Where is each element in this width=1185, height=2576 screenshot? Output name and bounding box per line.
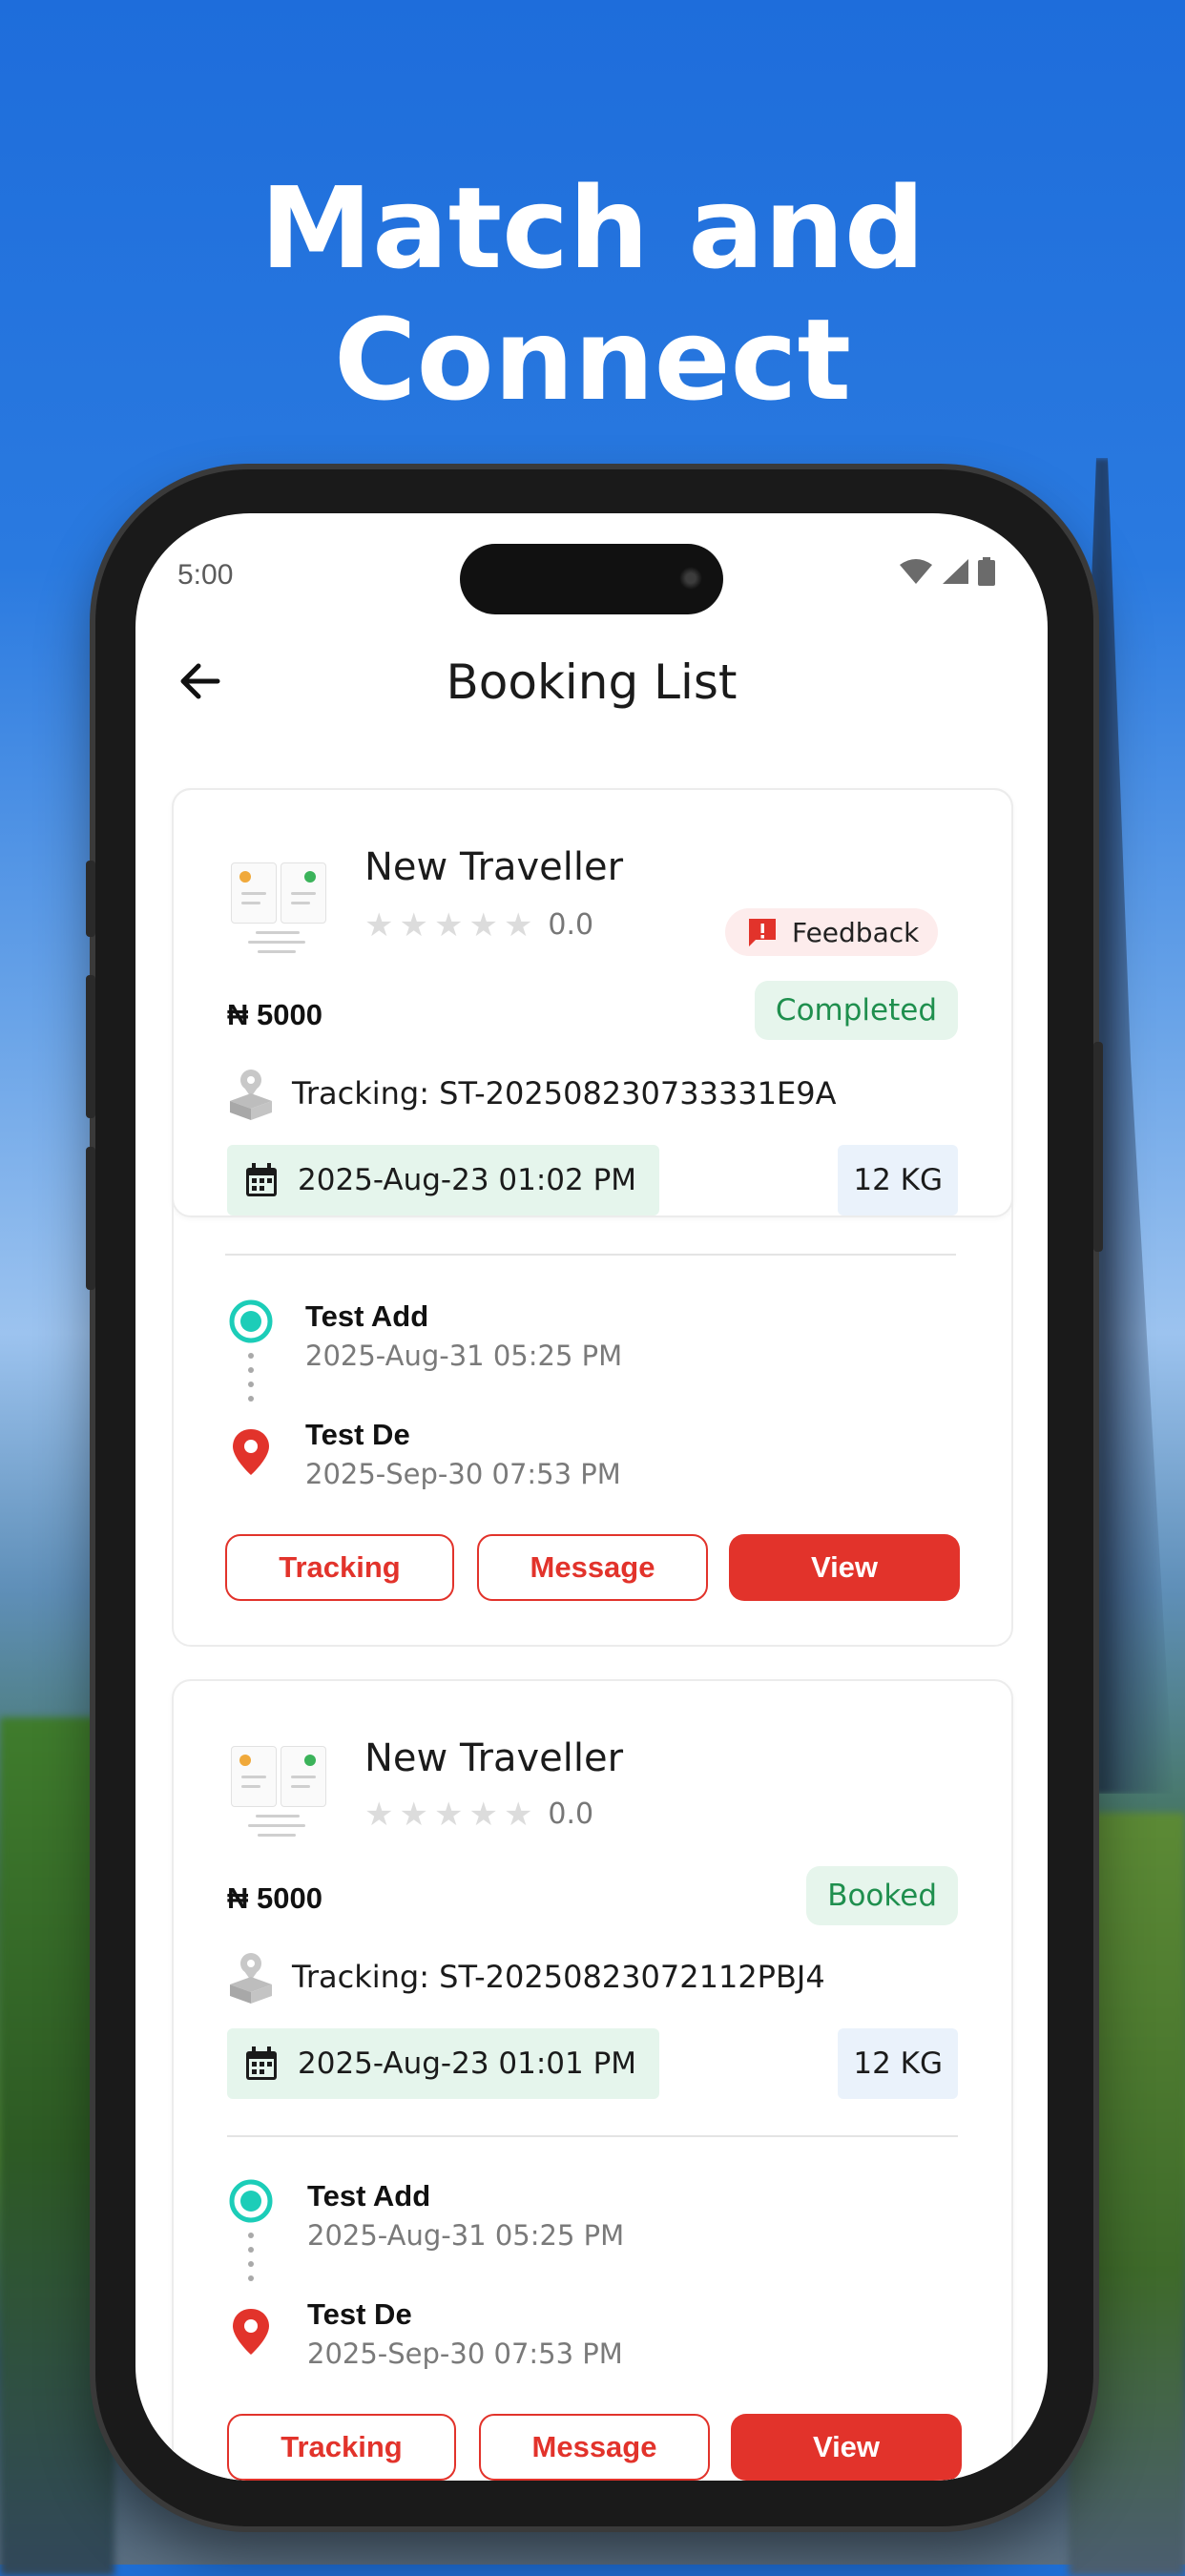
star-icon: ★ [364, 906, 394, 944]
dropoff-label: Test De [307, 2297, 412, 2331]
star-icon: ★ [433, 1796, 464, 1833]
star-icon: ★ [399, 906, 428, 944]
traveller-avatar [227, 851, 328, 958]
pickup-label: Test Add [305, 1299, 429, 1333]
tracking-button[interactable]: Tracking [227, 2414, 456, 2481]
dynamic-island [460, 544, 723, 614]
pickup-date: 2025-Aug-31 05:25 PM [307, 2219, 625, 2252]
weight-chip: 12 KG [838, 1145, 958, 1215]
view-button[interactable]: View [731, 2414, 962, 2481]
camera-icon [679, 567, 702, 590]
weight-chip: 12 KG [838, 2028, 958, 2099]
tracking-button[interactable]: Tracking [225, 1534, 454, 1601]
booking-price: ₦ 5000 [227, 1881, 322, 1915]
app-screen: 5:00 Booking List New Traveller ★ ★ ★ ★ … [135, 513, 1048, 2481]
phone-side-button [86, 861, 95, 937]
booking-date-chip: 2025-Aug-23 01:01 PM [227, 2028, 660, 2099]
route-connector [248, 2233, 254, 2290]
location-pin-icon [233, 1429, 269, 1475]
dropoff-date: 2025-Sep-30 07:53 PM [307, 2337, 623, 2370]
calendar-icon [246, 1163, 277, 1196]
rating-value: 0.0 [548, 1797, 594, 1831]
pickup-label: Test Add [307, 2179, 431, 2212]
card-divider [227, 2135, 958, 2137]
rating-stars: ★ ★ ★ ★ ★ 0.0 [364, 908, 593, 942]
package-tracking-icon [230, 1070, 272, 1120]
tracking-number: Tracking: ST-202508230733331E9A [292, 1075, 837, 1111]
location-pin-icon [233, 2309, 269, 2355]
view-button[interactable]: View [729, 1534, 960, 1601]
phone-side-button [1093, 1042, 1103, 1252]
dropoff-date: 2025-Sep-30 07:53 PM [305, 1458, 621, 1490]
pickup-marker-icon [229, 2179, 273, 2223]
status-badge: Completed [754, 981, 958, 1040]
traveller-name: New Traveller [364, 1736, 624, 1780]
tracking-number: Tracking: ST-20250823072112PBJ4 [292, 1959, 825, 1995]
booking-price: ₦ 5000 [227, 998, 322, 1031]
booking-card[interactable]: New Traveller ★ ★ ★ ★ ★ 0.0 Feedback ₦ 5… [172, 788, 1013, 1217]
calendar-icon [246, 2046, 277, 2080]
traveller-name: New Traveller [364, 845, 624, 889]
status-badge: Booked [806, 1866, 958, 1925]
feedback-button[interactable]: Feedback [725, 908, 939, 956]
pickup-marker-icon [229, 1299, 273, 1343]
page-title: Booking List [446, 654, 738, 710]
card-divider [225, 1254, 956, 1256]
wifi-icon [900, 559, 932, 584]
promo-headline: Match and Connect [260, 162, 925, 426]
feedback-label: Feedback [792, 916, 920, 948]
phone-side-button [86, 1147, 95, 1290]
star-icon: ★ [503, 906, 533, 944]
rating-value: 0.0 [548, 908, 594, 942]
battery-icon [978, 557, 995, 586]
dropoff-label: Test De [305, 1418, 410, 1451]
star-icon: ★ [364, 1796, 394, 1833]
tracking-row: Tracking: ST-20250823072112PBJ4 [227, 1950, 825, 2004]
booking-date: 2025-Aug-23 01:02 PM [298, 1163, 637, 1197]
signal-icon [943, 559, 968, 584]
traveller-avatar [227, 1735, 328, 1841]
message-button[interactable]: Message [479, 2414, 710, 2481]
phone-side-button [86, 975, 95, 1118]
route-connector [248, 1353, 254, 1410]
star-icon: ★ [468, 906, 498, 944]
booking-date-chip: 2025-Aug-23 01:02 PM [227, 1145, 660, 1215]
star-icon: ★ [468, 1796, 498, 1833]
star-icon: ★ [399, 1796, 428, 1833]
status-time: 5:00 [177, 559, 234, 591]
booking-card[interactable]: New Traveller ★ ★ ★ ★ ★ 0.0 ₦ 5000 Booke… [172, 1679, 1013, 2481]
package-tracking-icon [230, 1953, 272, 2004]
feedback-alert-icon [749, 919, 776, 946]
star-icon: ★ [503, 1796, 533, 1833]
message-button[interactable]: Message [477, 1534, 708, 1601]
pickup-date: 2025-Aug-31 05:25 PM [305, 1340, 623, 1372]
booking-date: 2025-Aug-23 01:01 PM [298, 2046, 637, 2081]
tracking-row: Tracking: ST-202508230733331E9A [227, 1067, 837, 1120]
rating-stars: ★ ★ ★ ★ ★ 0.0 [364, 1797, 593, 1831]
star-icon: ★ [433, 906, 464, 944]
status-icons [899, 557, 996, 586]
